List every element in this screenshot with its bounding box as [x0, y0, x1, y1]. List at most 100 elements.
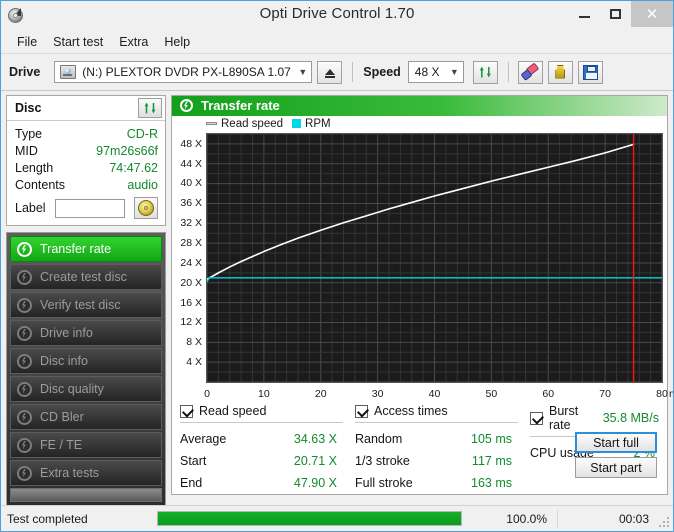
- burst-rate-header: Burst rate 35.8 MB/s: [530, 404, 659, 434]
- x-axis-tick-label: 80: [656, 387, 668, 400]
- read-speed-checkbox[interactable]: [180, 404, 193, 418]
- maximize-icon: [610, 9, 621, 19]
- stat-key: End: [180, 476, 203, 490]
- menu-item-start-test[interactable]: Start test: [45, 33, 111, 51]
- refresh-arrows-icon: [143, 101, 158, 116]
- y-axis-tick-label: 36 X: [180, 197, 202, 210]
- disc-quality-icon: [17, 381, 32, 397]
- stat-row-random: Random 105 ms: [355, 428, 530, 450]
- sidebar-item-create-test-disc[interactable]: Create test disc: [10, 264, 162, 290]
- y-axis-tick-label: 28 X: [180, 237, 202, 249]
- right-column: Transfer rate Read speed RPM 4 X 8 X 12 X 1…: [171, 95, 673, 495]
- access-times-header: Access times: [355, 404, 530, 420]
- legend-label-rpm: RPM: [305, 117, 331, 130]
- stat-row-average: Average 34.63 X: [180, 428, 355, 450]
- x-axis-tick-label: 30: [371, 387, 384, 400]
- stat-row-full-stroke: Full stroke 163 ms: [355, 472, 530, 494]
- toolbar-divider-1: [352, 62, 354, 82]
- transfer-rate-chart: Read speed RPM 4 X 8 X 12 X 16 X 20 X 24 X 28 …: [172, 116, 673, 400]
- disc-info-rows: Type CD-R MID 97m26s66f Length 74:47.62 …: [7, 121, 165, 225]
- read-speed-title: Read speed: [199, 404, 267, 418]
- progress-label: 100.0%: [506, 511, 547, 526]
- sidebar-item-cd-bler[interactable]: CD Bler: [10, 404, 162, 430]
- stat-key: Random: [355, 432, 403, 446]
- burst-rate-value: 35.8 MB/s: [602, 411, 659, 425]
- stat-row-third-stroke: 1/3 stroke 117 ms: [355, 450, 530, 472]
- speed-select-value: 48 X: [414, 65, 440, 79]
- sidebar-item-fe-te[interactable]: FE / TE: [10, 432, 162, 458]
- burst-rate-title: Burst rate: [549, 404, 579, 432]
- toolbar-divider-2: [507, 62, 509, 82]
- optical-drive-icon: [60, 65, 77, 79]
- cd-disc-icon: [138, 200, 154, 216]
- sidebar-item-disc-quality[interactable]: Disc quality: [10, 376, 162, 402]
- sidebar-item-label: FE / TE: [40, 438, 83, 452]
- disc-label-button[interactable]: [134, 197, 158, 219]
- disc-panel-header: Disc: [7, 96, 165, 121]
- access-times-title: Access times: [374, 404, 448, 418]
- y-axis-tick-label: 44 X: [180, 157, 202, 170]
- burst-rate-stats: Burst rate 35.8 MB/s CPU usage 2 % Start…: [530, 404, 659, 494]
- start-part-button[interactable]: Start part: [575, 457, 657, 478]
- read-speed-stats: Read speed Average 34.63 X Start 20.71 X…: [180, 404, 355, 494]
- sidebar-filler: [10, 488, 162, 502]
- stat-key: 1/3 stroke: [355, 454, 410, 468]
- menu-bar: File Start test Extra Help: [1, 31, 673, 54]
- access-times-checkbox[interactable]: [355, 404, 368, 418]
- speed-select[interactable]: 48 X ▼: [407, 61, 464, 83]
- disc-row-value: 74:47.62: [109, 161, 158, 175]
- drive-label: Drive: [9, 65, 41, 79]
- sidebar-item-transfer-rate[interactable]: Transfer rate: [10, 236, 162, 262]
- stat-value: 20.71 X: [293, 454, 337, 468]
- burst-rate-checkbox[interactable]: [530, 411, 543, 425]
- chart-svg: [206, 133, 663, 383]
- stat-value: 47.90 X: [293, 476, 337, 490]
- disc-row-value: 97m26s66f: [96, 144, 158, 158]
- sidebar-item-extra-tests[interactable]: Extra tests: [10, 460, 162, 486]
- menu-item-help[interactable]: Help: [156, 33, 198, 51]
- close-button[interactable]: ✕: [631, 1, 673, 27]
- x-axis-tick-label: 50: [485, 387, 498, 400]
- y-axis-tick-label: 24 X: [180, 256, 202, 269]
- refresh-arrows-icon: [478, 65, 493, 80]
- y-axis-tick-label: 12 X: [180, 316, 202, 329]
- drive-select[interactable]: (N:) PLEXTOR DVDR PX-L890SA 1.07 ▼: [54, 61, 313, 83]
- sidebar-item-label: CD Bler: [40, 410, 84, 424]
- progress-bar: [157, 511, 462, 526]
- x-axis-tick-label: 0: [204, 387, 210, 400]
- stat-value: 105 ms: [471, 432, 512, 446]
- sidebar-item-label: Disc info: [40, 354, 88, 368]
- disc-row-key: MID: [15, 144, 38, 158]
- verify-test-disc-icon: [17, 297, 32, 313]
- resize-grip[interactable]: [659, 517, 669, 527]
- menu-item-extra[interactable]: Extra: [111, 33, 156, 51]
- stat-value: 117 ms: [471, 454, 512, 468]
- x-axis-tick-label: 60: [542, 387, 555, 400]
- disc-label-input[interactable]: [54, 198, 125, 218]
- sidebar-item-label: Disc quality: [40, 382, 104, 396]
- sidebar-item-drive-info[interactable]: Drive info: [10, 320, 162, 346]
- maximize-button[interactable]: [600, 1, 631, 27]
- stat-value: 34.63 X: [293, 432, 337, 446]
- y-axis-tick-label: 4 X: [186, 356, 202, 369]
- save-button[interactable]: [577, 60, 603, 84]
- eject-button[interactable]: [317, 60, 343, 84]
- drive-toolbar: Drive (N:) PLEXTOR DVDR PX-L890SA 1.07 ▼…: [1, 54, 673, 91]
- status-bar: Test completed 100.0% 00:03: [1, 505, 673, 531]
- menu-item-file[interactable]: File: [9, 33, 45, 51]
- fe-te-icon: [17, 437, 32, 453]
- window-controls: ✕: [569, 1, 673, 27]
- y-axis-tick-label: 40 X: [180, 177, 202, 190]
- stat-value: 163 ms: [471, 476, 512, 490]
- sidebar-item-disc-info[interactable]: Disc info: [10, 348, 162, 374]
- tools-button[interactable]: [547, 60, 573, 84]
- chevron-down-icon: ▼: [298, 67, 308, 77]
- disc-refresh-button[interactable]: [138, 98, 162, 118]
- erase-button[interactable]: [517, 60, 543, 84]
- disc-row-length: Length 74:47.62: [15, 160, 158, 177]
- start-full-button[interactable]: Start full: [575, 432, 657, 453]
- refresh-drive-button[interactable]: [472, 60, 498, 84]
- minimize-button[interactable]: [569, 1, 600, 27]
- create-test-disc-icon: [17, 269, 32, 285]
- sidebar-item-verify-test-disc[interactable]: Verify test disc: [10, 292, 162, 318]
